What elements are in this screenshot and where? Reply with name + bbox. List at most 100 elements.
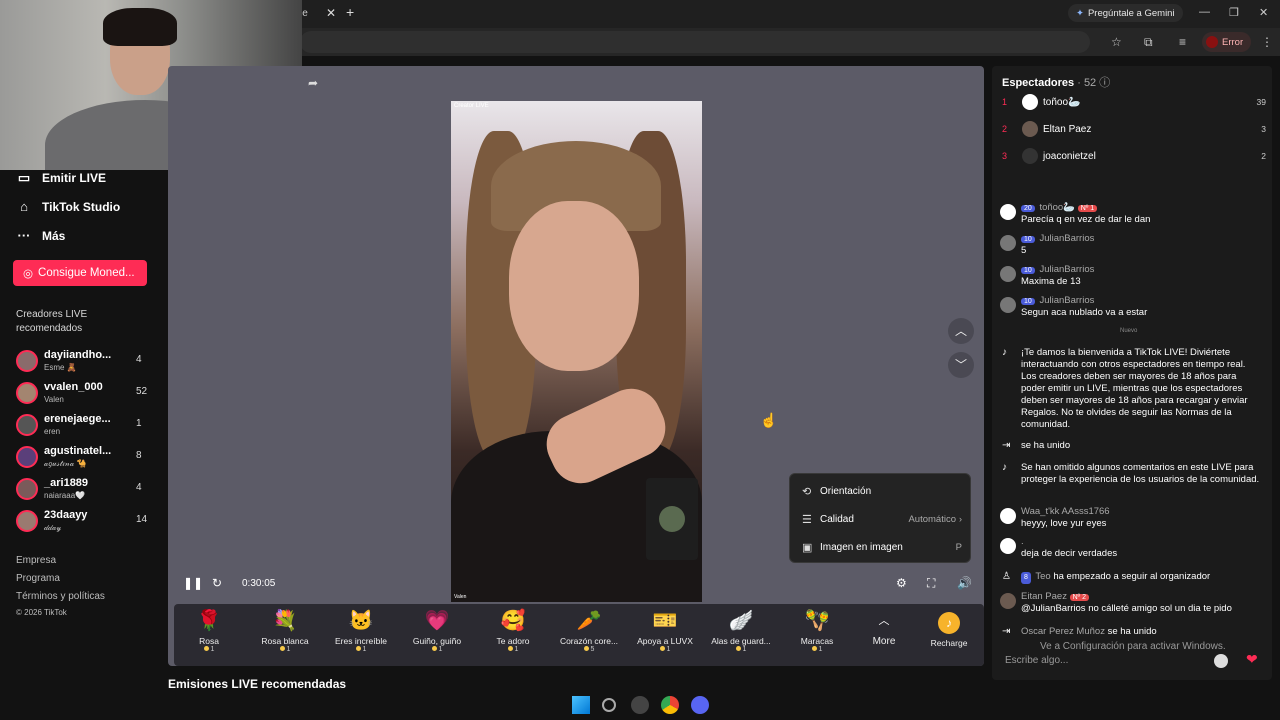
refresh-icon[interactable]: ↻: [212, 576, 222, 590]
creator-name: erenejaege...: [44, 413, 111, 425]
info-icon[interactable]: ⓘ: [1099, 77, 1110, 89]
menu-quality[interactable]: ☰ Calidad Automático ›: [802, 509, 962, 529]
chat-message[interactable]: . deja de decir verdades: [1000, 536, 1266, 562]
chat-message[interactable]: 10 JulianBarrios 5: [1000, 233, 1266, 259]
pip-icon: ▣: [802, 541, 813, 554]
discord-icon[interactable]: [691, 696, 709, 714]
volume-icon[interactable]: 🔊: [957, 576, 972, 590]
emoji-icon[interactable]: [1214, 654, 1228, 668]
gift-icon: 🥰: [500, 610, 526, 632]
avatar: [1000, 538, 1016, 554]
nav-label: Emitir LIVE: [42, 171, 107, 185]
creator-viewers: 4: [136, 482, 142, 493]
welcome-text: ¡Te damos la bienvenida a TikTok LIVE! D…: [1021, 347, 1248, 430]
search-icon[interactable]: [602, 698, 616, 712]
close-tab-icon[interactable]: ✕: [326, 6, 336, 20]
nav-more[interactable]: ··· Más: [16, 228, 66, 243]
creator-item[interactable]: agustinatel... 𝒶𝑔𝓊𝓈𝓉𝒾𝓃𝒶 🐪 8: [16, 444, 156, 470]
chat-message[interactable]: Waa_t'kk AAsss1766 heyyy, love yur eyes: [1000, 506, 1266, 532]
coin-icon: [355, 646, 361, 651]
gift-item[interactable]: 🌹 Rosa 1: [174, 606, 244, 664]
minimize-icon[interactable]: —: [1199, 6, 1210, 18]
creator-item[interactable]: vvalen_000 Valen 52: [16, 380, 156, 406]
footer-link-terms[interactable]: Términos y políticas: [16, 591, 105, 602]
menu-quality-label: Calidad: [820, 513, 854, 525]
ask-gemini-button[interactable]: ✦ Pregúntale a Gemini: [1068, 4, 1183, 22]
gift-price: 1: [514, 646, 519, 653]
gift-item[interactable]: 🥰 Te adoro 1: [478, 606, 548, 664]
pause-icon[interactable]: ❚❚: [183, 576, 203, 590]
webcam-person-hair: [103, 8, 177, 46]
chat-message[interactable]: 20 toñoo🦢 Nº 1 Parecía q en vez de dar l…: [1000, 202, 1266, 228]
chat-text: Maxima de 13: [1021, 276, 1081, 287]
nav-go-live[interactable]: ▭ Emitir LIVE: [16, 170, 106, 186]
gift-name: Alas de guard...: [711, 636, 771, 646]
menu-orientation[interactable]: ⟲ Orientación: [802, 481, 962, 501]
fullscreen-icon[interactable]: ⛶: [927, 576, 935, 591]
new-tab-icon[interactable]: +: [346, 4, 354, 20]
previous-live-button[interactable]: ︿: [948, 318, 974, 344]
bookmark-star-icon[interactable]: ☆: [1111, 35, 1122, 49]
get-coins-button[interactable]: ◎ Consigue Moned...: [13, 260, 147, 286]
more-gifts-button[interactable]: ︿ More: [849, 606, 919, 664]
chat-user-name: JulianBarrios: [1039, 295, 1095, 306]
sparkle-icon: ✦: [1076, 7, 1084, 19]
guest-pip-window[interactable]: [646, 478, 698, 560]
restore-icon[interactable]: ❐: [1229, 6, 1239, 19]
viewers-header[interactable]: Espectadores · 52 ⓘ: [1002, 74, 1110, 90]
level-badge: 10: [1021, 236, 1035, 243]
address-bar[interactable]: [300, 31, 1090, 53]
chat-message[interactable]: 10 JulianBarrios Segun aca nublado va a …: [1000, 295, 1266, 321]
next-live-button[interactable]: ﹀: [948, 352, 974, 378]
level-badge: 10: [1021, 298, 1035, 305]
avatar: [1000, 508, 1016, 524]
creator-avatar: [16, 414, 38, 436]
gift-item[interactable]: 🪇 Maracas 1: [782, 606, 852, 664]
gift-item[interactable]: 💐 Rosa blanca 1: [250, 606, 320, 664]
creator-item[interactable]: dayiiandho... Esme 🧸 4: [16, 348, 156, 374]
chat-message[interactable]: Eitan Paez Nº 2 @JulianBarrios no cállet…: [1000, 591, 1266, 617]
creator-item[interactable]: erenejaege... eren 1: [16, 412, 156, 438]
gift-name: Rosa: [199, 636, 219, 646]
top-viewer-row[interactable]: 3 joaconietzel 2: [1002, 148, 1266, 168]
recharge-button[interactable]: ♪ Recharge: [916, 606, 982, 664]
creator-name: dayiiandho...: [44, 349, 112, 361]
heart-icon[interactable]: ❤: [1246, 651, 1258, 668]
gift-name: Guiño, guiño: [412, 636, 462, 646]
gift-item[interactable]: 🪽 Alas de guard... 1: [706, 606, 776, 664]
coin-icon: [659, 646, 665, 651]
browser-menu-icon[interactable]: ⋮: [1261, 35, 1273, 49]
footer-link-empresa[interactable]: Empresa: [16, 555, 56, 566]
viewers-label: Espectadores: [1002, 77, 1075, 89]
media-control-icon[interactable]: ≡: [1179, 35, 1186, 49]
creator-item[interactable]: 23daayy 𝒹𝒹𝒶𝓎 14: [16, 508, 156, 534]
rank-badge: Nº 2: [1069, 594, 1090, 601]
share-icon[interactable]: ➦: [308, 76, 318, 90]
windows-activation-notice: Ve a Configuración para activar Windows.: [1040, 641, 1226, 652]
follow-icon: ♙: [1002, 571, 1011, 582]
chat-message[interactable]: 10 JulianBarrios Maxima de 13: [1000, 264, 1266, 290]
menu-picture-in-picture[interactable]: ▣ Imagen en imagen P: [802, 537, 962, 557]
top-viewer-row[interactable]: 2 Eltan Paez 3: [1002, 121, 1266, 141]
footer-link-programa[interactable]: Programa: [16, 573, 60, 584]
gift-item[interactable]: 💗 Guiño, guiño 1: [402, 606, 472, 664]
extensions-icon[interactable]: ⧉: [1144, 35, 1153, 50]
profile-avatar-icon: [1206, 36, 1218, 48]
coin-icon: [203, 646, 209, 651]
gift-item[interactable]: 🐱 Eres increíble 1: [326, 606, 396, 664]
gemini-label: Pregúntale a Gemini: [1087, 7, 1175, 19]
windows-start-icon[interactable]: [572, 696, 590, 714]
chrome-icon[interactable]: [661, 696, 679, 714]
settings-gear-icon[interactable]: ⚙: [896, 576, 907, 590]
top-viewer-row[interactable]: 1 toñoo🦢 39: [1002, 94, 1266, 114]
browser-app-icon[interactable]: [631, 696, 649, 714]
nav-tiktok-studio[interactable]: ⌂ TikTok Studio: [16, 199, 120, 214]
gift-item[interactable]: 🎫 Apoya a LUVX 1: [630, 606, 700, 664]
close-window-icon[interactable]: ✕: [1259, 6, 1268, 19]
recommended-lives-title: Emisiones LIVE recomendadas: [168, 677, 347, 691]
profile-error-button[interactable]: Error: [1202, 32, 1252, 52]
browser-tab[interactable]: le ✕: [296, 3, 368, 25]
creator-item[interactable]: _ari1889 naiaraaa🤍 4: [16, 476, 156, 502]
gift-icon: 🐱: [348, 610, 374, 632]
gift-item[interactable]: 🥕 Corazón core... 5: [554, 606, 624, 664]
